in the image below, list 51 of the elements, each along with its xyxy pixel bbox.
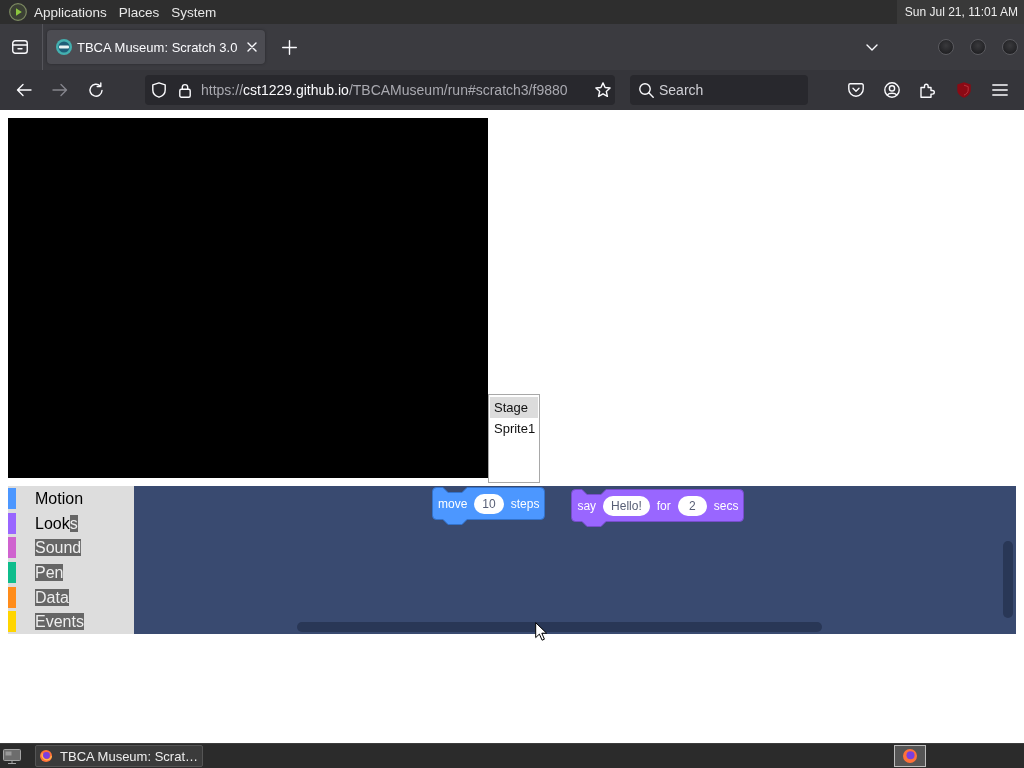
- shield-badge-icon: [957, 82, 971, 98]
- category-label[interactable]: Motion: [35, 488, 84, 508]
- motion-block[interactable]: move 10 steps: [432, 487, 546, 526]
- taskbar-window-button[interactable]: TBCA Museum: Scrat…: [35, 745, 203, 767]
- app-icon: [903, 749, 917, 763]
- logo-icon[interactable]: [9, 3, 27, 21]
- category-label[interactable]: Events: [35, 612, 84, 632]
- close-icon: [247, 42, 257, 52]
- show-desktop-button[interactable]: [2, 746, 22, 766]
- tray-icon: [12, 40, 28, 54]
- sprite-list-item[interactable]: Stage: [490, 397, 538, 418]
- address-bar[interactable]: https://cst1229.github.io/TBCAMuseum/run#scratch3/f9880: [145, 75, 615, 105]
- app-icon: [40, 748, 52, 764]
- search-icon: [639, 83, 654, 98]
- category-label[interactable]: Data: [35, 587, 69, 607]
- block-label: for: [656, 498, 671, 513]
- block-label: secs: [713, 498, 739, 513]
- reload-icon: [88, 82, 104, 98]
- search-field[interactable]: Search: [630, 75, 808, 105]
- browser-tab[interactable]: TBCA Museum: Scratch 3.0: [47, 30, 265, 64]
- puzzle-icon: [920, 82, 936, 98]
- shield-chevron-icon: [848, 83, 864, 97]
- bookmark-button[interactable]: [595, 82, 611, 98]
- shield-icon[interactable]: [152, 82, 166, 98]
- cursor-icon: [535, 622, 547, 641]
- horizontal-scrollbar[interactable]: [297, 622, 822, 632]
- tab-list-button[interactable]: [12, 39, 28, 55]
- desktop-icon: [3, 748, 21, 764]
- chevron-down-icon: [866, 43, 878, 51]
- menu-item[interactable]: System: [165, 1, 223, 23]
- close-tab-button[interactable]: [246, 41, 258, 53]
- menu-icon: [992, 84, 1008, 96]
- block-label: steps: [510, 496, 540, 511]
- category-label[interactable]: Pen: [35, 562, 64, 582]
- lock-icon[interactable]: [179, 82, 191, 98]
- menu-item[interactable]: Applications: [28, 1, 113, 23]
- menu-item[interactable]: Places: [112, 1, 166, 23]
- arrow-left-icon: [16, 83, 32, 97]
- account-icon: [884, 82, 900, 98]
- looks-block[interactable]: say Hello! for 2 secs: [571, 489, 745, 528]
- site-icon: [56, 39, 72, 55]
- plus-icon: [281, 39, 297, 55]
- arrow-right-icon: [52, 83, 68, 97]
- star-icon: [595, 82, 611, 98]
- sprite-list-item[interactable]: Sprite1: [490, 418, 538, 439]
- vertical-scrollbar[interactable]: [1003, 541, 1013, 618]
- block-label: move: [438, 496, 468, 511]
- clock-label: Sun Jul 21, 11:01 AM: [896, 0, 1024, 24]
- block-label: say: [577, 498, 597, 513]
- workspace-switcher[interactable]: [894, 745, 926, 767]
- category-label[interactable]: Sound: [35, 538, 82, 558]
